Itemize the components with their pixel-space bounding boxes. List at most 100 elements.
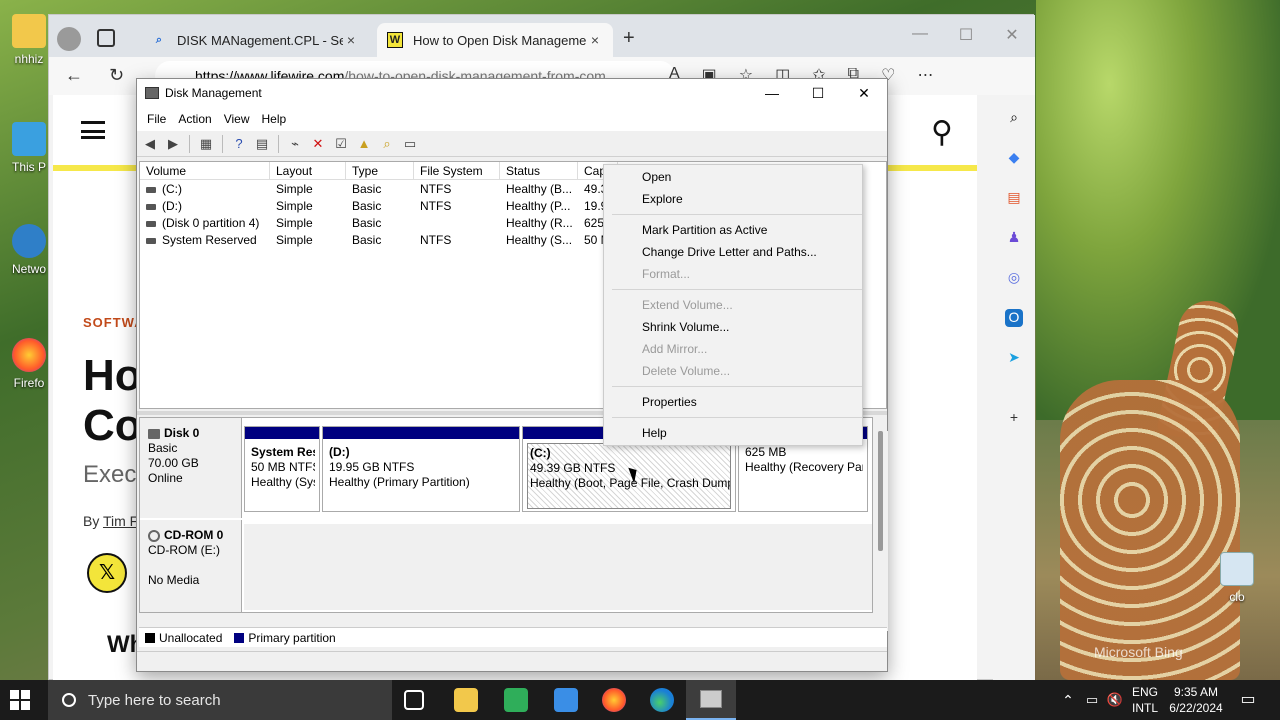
desktop-icon-recycle-bin[interactable]: clo: [1214, 552, 1260, 604]
sidebar-tools-icon[interactable]: ▤: [1005, 189, 1023, 207]
help-icon[interactable]: ?: [230, 135, 248, 153]
sidebar-copilot-icon[interactable]: ◎: [1005, 269, 1023, 287]
windows-start-icon[interactable]: [10, 690, 30, 710]
layout-cell: Simple: [276, 216, 313, 230]
volume-muted-icon[interactable]: 🔇: [1104, 680, 1126, 720]
sidebar-search-icon[interactable]: ⌕: [1005, 109, 1023, 127]
disk-icon: [148, 428, 160, 439]
more-menu-icon[interactable]: ⋯: [917, 65, 933, 85]
folder-up-icon[interactable]: ▲: [355, 135, 373, 153]
sidebar-outlook-icon[interactable]: O: [1005, 309, 1023, 327]
disk0-label[interactable]: Disk 0 Basic 70.00 GB Online: [140, 418, 242, 518]
folder-icon: [12, 14, 46, 48]
browser-minimize-button[interactable]: —: [905, 25, 935, 43]
dm-menu-bar: File Action View Help: [137, 107, 887, 131]
volume-row-d[interactable]: (D:) Simple Basic NTFS Healthy (P... 19.…: [140, 198, 618, 215]
legend-label: Primary partition: [248, 630, 336, 645]
close-icon[interactable]: ×: [587, 32, 603, 48]
dm-title-bar[interactable]: Disk Management — ☐ ✕: [137, 79, 887, 107]
store-icon[interactable]: [554, 688, 578, 712]
menu-separator: [612, 417, 862, 418]
dm-maximize-button[interactable]: ☐: [795, 85, 841, 102]
menu-file[interactable]: File: [141, 112, 172, 126]
x-social-icon[interactable]: 𝕏: [87, 553, 127, 593]
cdrom0-label[interactable]: CD-ROM 0 CD-ROM (E:) No Media: [140, 520, 242, 612]
app-green-icon[interactable]: [504, 688, 528, 712]
edge-sidebar: ⌕ ◆ ▤ ♟ ◎ O ➤ +: [993, 95, 1035, 681]
menu-action[interactable]: Action: [172, 112, 217, 126]
profile-avatar[interactable]: [57, 27, 81, 51]
tab-lifewire[interactable]: W How to Open Disk Management ×: [377, 23, 613, 57]
task-view-icon[interactable]: [404, 690, 424, 710]
search-icon: [62, 693, 76, 707]
delete-icon[interactable]: ✕: [309, 135, 327, 153]
author-link[interactable]: Tim F: [103, 513, 138, 529]
check-icon[interactable]: ☑: [332, 135, 350, 153]
sidebar-add-icon[interactable]: +: [1005, 409, 1023, 427]
ctx-shrink-volume[interactable]: Shrink Volume...: [642, 317, 729, 337]
column-volume[interactable]: Volume: [140, 162, 270, 180]
desktop-icon-this-pc[interactable]: This P: [6, 122, 52, 174]
network-icon[interactable]: ▭: [1082, 680, 1102, 720]
show-hide-tree-icon[interactable]: ▦: [197, 135, 215, 153]
input-language[interactable]: ENG INTL: [1128, 680, 1162, 720]
tray-overflow-chevron-icon[interactable]: ⌃: [1058, 680, 1078, 720]
column-status[interactable]: Status: [500, 162, 578, 180]
console-icon[interactable]: ▭: [401, 135, 419, 153]
page-search-icon[interactable]: ⚲: [931, 115, 953, 150]
desktop-icon-firefox[interactable]: Firefo: [6, 338, 52, 390]
bing-watermark: Microsoft Bing: [1094, 644, 1183, 660]
menu-view[interactable]: View: [218, 112, 256, 126]
ctx-change-drive-letter[interactable]: Change Drive Letter and Paths...: [642, 242, 817, 262]
close-icon[interactable]: ×: [343, 32, 359, 48]
partition-body: (C:) 49.39 GB NTFS Healthy (Boot, Page F…: [527, 443, 731, 509]
taskbar-search-box[interactable]: Type here to search: [48, 680, 392, 720]
volume-list-header: Volume Layout Type File System Status Ca…: [140, 162, 618, 180]
column-file-system[interactable]: File System: [414, 162, 500, 180]
column-type[interactable]: Type: [346, 162, 414, 180]
firefox-icon[interactable]: [602, 688, 626, 712]
file-explorer-icon[interactable]: [454, 688, 478, 712]
ctx-mark-active[interactable]: Mark Partition as Active: [642, 220, 767, 240]
dm-minimize-button[interactable]: —: [749, 85, 795, 101]
menu-help[interactable]: Help: [256, 112, 293, 126]
notification-center-icon[interactable]: ▭: [1236, 680, 1260, 720]
volume-row-partition4[interactable]: (Disk 0 partition 4) Simple Basic Health…: [140, 215, 618, 232]
tab-search[interactable]: ⌕ DISK MANagement.CPL - Search ×: [141, 23, 369, 57]
volume-row-system-reserved[interactable]: System Reserved Simple Basic NTFS Health…: [140, 232, 618, 249]
dm-toolbar: ◀ ▶ ▦ ? ▤ ⌁ ✕ ☑ ▲ ⌕ ▭: [137, 131, 887, 157]
search-folder-icon[interactable]: ⌕: [378, 135, 396, 153]
browser-maximize-button[interactable]: ☐: [951, 25, 981, 45]
disk0-title: Disk 0: [148, 426, 241, 441]
column-layout[interactable]: Layout: [270, 162, 346, 180]
scrollbar-thumb[interactable]: [878, 431, 883, 551]
desktop-icon-label: clo: [1229, 590, 1245, 604]
forward-icon[interactable]: ▶: [164, 135, 182, 153]
dm-close-button[interactable]: ✕: [841, 85, 887, 102]
volume-row-c[interactable]: (C:) Simple Basic NTFS Healthy (B... 49.…: [140, 181, 618, 198]
browser-close-button[interactable]: ✕: [997, 25, 1027, 45]
graph-scrollbar[interactable]: [874, 431, 888, 631]
partition-d[interactable]: (D:) 19.95 GB NTFS Healthy (Primary Part…: [322, 426, 520, 512]
back-arrow-icon[interactable]: ←: [65, 65, 83, 86]
sidebar-games-icon[interactable]: ♟: [1005, 229, 1023, 247]
partition-system-reserved[interactable]: System Res 50 MB NTFS Healthy (Sys: [244, 426, 320, 512]
hamburger-menu-icon[interactable]: [81, 121, 105, 139]
connect-icon[interactable]: ⌁: [286, 135, 304, 153]
desktop-icon-user-folder[interactable]: nhhiz: [6, 14, 52, 66]
back-icon[interactable]: ◀: [141, 135, 159, 153]
clock[interactable]: 9:35 AM 6/22/2024: [1162, 680, 1230, 720]
ctx-properties[interactable]: Properties: [642, 392, 697, 412]
refresh-icon[interactable]: ↻: [109, 65, 124, 86]
ctx-open[interactable]: Open: [642, 167, 671, 187]
properties-list-icon[interactable]: ▤: [253, 135, 271, 153]
task-disk-management[interactable]: [686, 680, 736, 720]
new-tab-button[interactable]: +: [623, 27, 635, 50]
ctx-explore[interactable]: Explore: [642, 189, 683, 209]
edge-icon[interactable]: [650, 688, 674, 712]
ctx-help[interactable]: Help: [642, 423, 667, 443]
tab-actions-icon[interactable]: [97, 29, 115, 47]
desktop-icon-network[interactable]: Netwo: [6, 224, 52, 276]
sidebar-shopping-icon[interactable]: ◆: [1005, 149, 1023, 167]
sidebar-send-icon[interactable]: ➤: [1005, 349, 1023, 367]
